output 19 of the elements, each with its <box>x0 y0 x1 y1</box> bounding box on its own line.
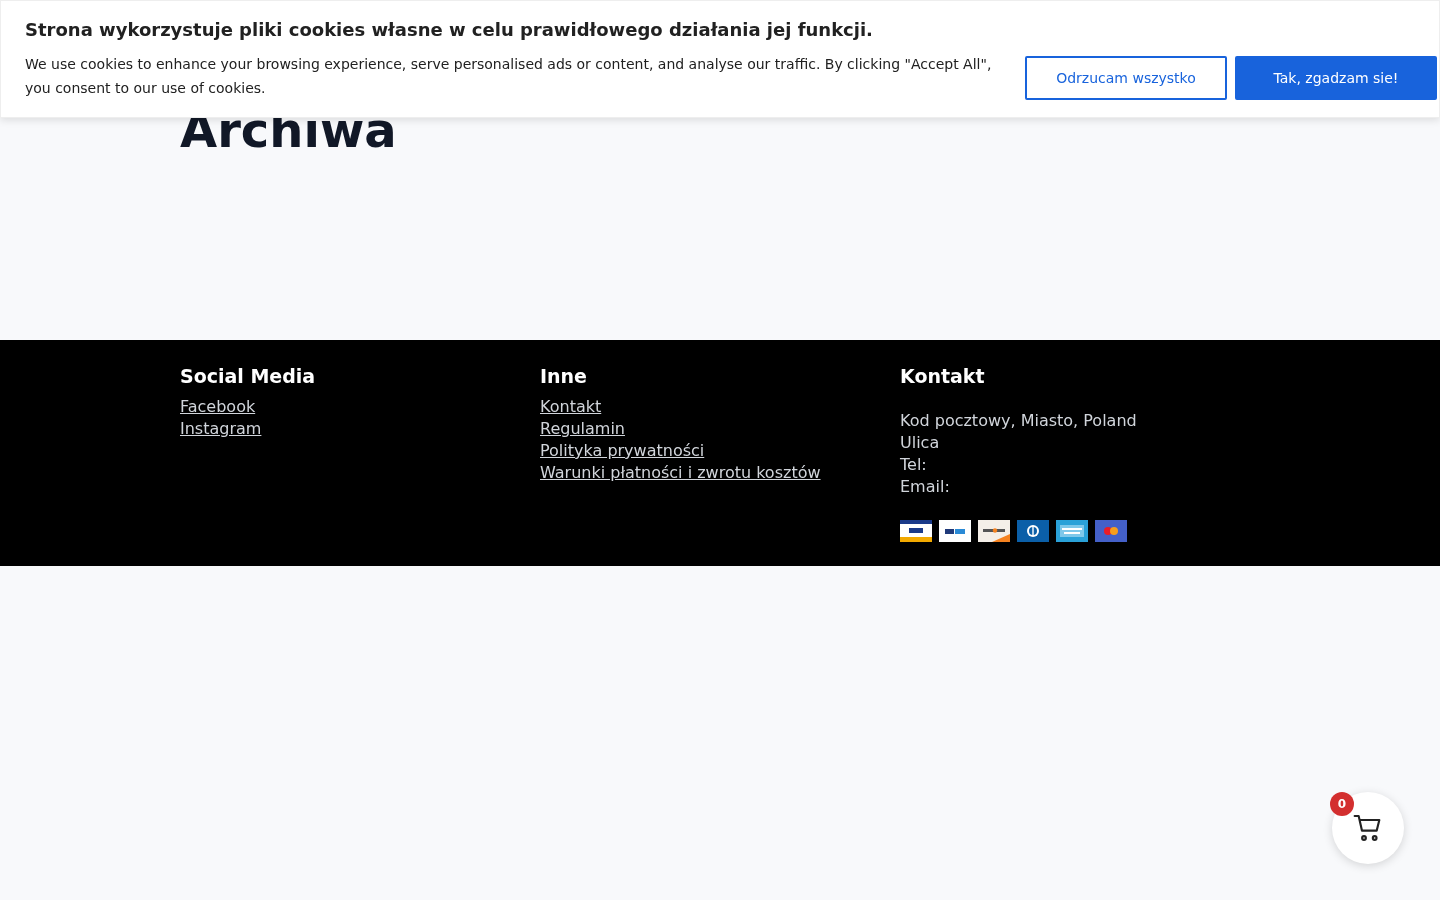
footer-link[interactable]: Polityka prywatności <box>540 440 705 462</box>
footer-heading: Kontakt <box>900 364 985 388</box>
cookie-title: Strona wykorzystuje pliki cookies własne w celu prawidłowego działania jej funkcji. <box>25 18 874 42</box>
contact-line: Tel: <box>900 454 927 476</box>
footer-heading: Inne <box>540 364 587 388</box>
contact-line: Kod pocztowy, Miasto, Poland <box>900 410 1137 432</box>
footer-link[interactable]: Instagram <box>180 418 262 440</box>
contact-line: Email: <box>900 476 950 498</box>
footer-link[interactable]: Warunki płatności i zwrotu kosztów <box>540 462 821 484</box>
footer-link[interactable]: Kontakt <box>540 396 602 418</box>
accept-button[interactable]: Tak, zgadzam sie! <box>1235 56 1437 100</box>
footer-heading: Social Media <box>180 364 316 388</box>
cart-count-badge: 0 <box>1330 792 1354 816</box>
footer-link[interactable]: Facebook <box>180 396 256 418</box>
cart-button[interactable] <box>1332 792 1404 864</box>
footer-link[interactable]: Regulamin <box>540 418 625 440</box>
reject-button[interactable]: Odrzucam wszystko <box>1025 56 1227 100</box>
contact-line: Ulica <box>900 432 940 454</box>
cookie-text: We use cookies to enhance your browsing experience, serve personalised ads or content, and analyse our traffic. By clicking "Accept All", you consent to our use of cookies. <box>25 55 993 98</box>
